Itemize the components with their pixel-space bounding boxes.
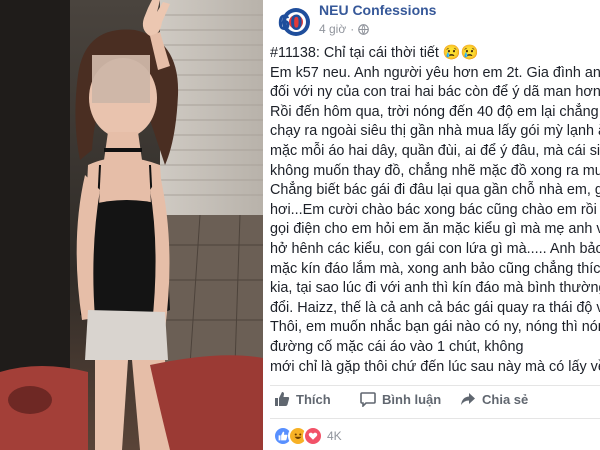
post-line: đổi. Haizz, thế là cả anh cả bác gái qua… [270, 299, 600, 316]
share-arrow-icon [461, 393, 475, 405]
share-label: Chia sẻ [482, 391, 529, 407]
share-button[interactable]: Chia sẻ [460, 391, 528, 407]
post-line: không muốn thay đồ, chẳng nhẽ mặc đồ xon… [270, 162, 600, 179]
love-reaction-icon [303, 426, 323, 446]
comment-label: Bình luận [382, 391, 442, 407]
post-line: chạy ra ngoài siêu thị gần nhà mua lấy g… [270, 123, 600, 140]
post-line: mới chỉ là gặp thôi chứ đến lúc sau này … [270, 358, 600, 375]
post-line: hở hênh các kiểu, con gái con lứa gì mà.… [270, 240, 600, 257]
neu-60-logo-icon: 60 [272, 0, 312, 40]
post-timestamp[interactable]: 4 giờ [319, 22, 346, 36]
actions-bottom-divider [270, 418, 600, 419]
post-body: #11138: Chỉ tại cái thời tiết 😢😢 Em k57 … [270, 44, 600, 377]
post-line: Chẳng biết bác gái đi đâu lại qua gần ch… [270, 182, 600, 199]
meta-separator: · [350, 22, 355, 36]
post-photo[interactable] [0, 0, 263, 450]
post-line: #11138: Chỉ tại cái thời tiết 😢😢 [270, 45, 479, 61]
post-line: kia, tại sao lúc đi với anh thì kín đáo … [270, 280, 600, 297]
page-avatar[interactable]: 60 [272, 0, 312, 40]
post-line: Rồi đến hôm qua, trời nóng đến 40 độ em … [270, 103, 599, 120]
post-line: đối với ny của con trai hai bác còn để ý… [270, 84, 600, 101]
comment-button[interactable]: Bình luận [360, 391, 441, 407]
post-line: Thôi, em muốn nhắc bạn gái nào có ny, nó… [270, 319, 600, 336]
reaction-count[interactable]: 4K [327, 429, 342, 443]
globe-icon[interactable] [358, 23, 370, 35]
reactions-summary[interactable]: 4K [273, 426, 342, 446]
like-label: Thích [296, 391, 331, 407]
post-line: mặc mỗi áo hai dây, quần đùi, ai để ý đâ… [270, 142, 600, 159]
like-button[interactable]: Thích [274, 391, 331, 407]
post-meta: 4 giờ · [319, 22, 370, 36]
post-line: Em k57 neu. Anh người yêu hơn em 2t. Gia… [270, 64, 600, 81]
logo-badge-text: 60 [278, 10, 302, 35]
post-line: mặc kín đáo lắm mà, xong anh bảo cũng ch… [270, 260, 600, 277]
post-line: đường cố mặc cái áo vào 1 chút, không [270, 338, 524, 355]
post-actions-bar: Thích Bình luận Chia sẻ [270, 386, 600, 416]
comment-bubble-icon [360, 392, 376, 407]
thumbs-up-icon [275, 392, 290, 406]
post-line: gọi điện cho em hỏi em ăn mặc kiểu gì mà… [270, 221, 600, 238]
photo-image [0, 0, 263, 450]
post-line: hơi...Em cười chào bác xong bác cũng chà… [270, 201, 600, 218]
page-name-link[interactable]: NEU Confessions [319, 2, 436, 18]
